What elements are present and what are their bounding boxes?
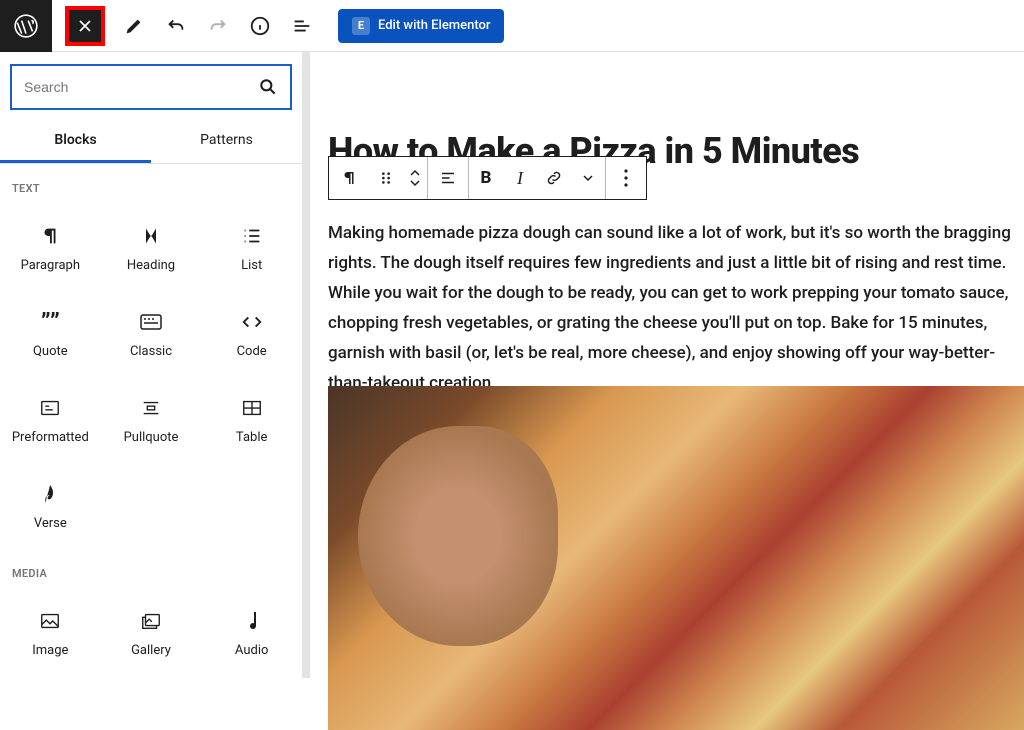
close-inserter-button[interactable] (66, 7, 104, 45)
block-list[interactable]: List (201, 205, 302, 291)
preformatted-icon (38, 396, 62, 420)
elementor-icon: E (352, 17, 370, 35)
elementor-label: Edit with Elementor (378, 18, 490, 33)
search-input[interactable] (24, 79, 258, 95)
block-verse[interactable]: Verse (0, 463, 101, 549)
block-type-button[interactable] (329, 157, 369, 199)
section-title-text: TEXT (0, 164, 302, 205)
link-button[interactable] (537, 157, 571, 199)
verse-icon (38, 482, 62, 506)
italic-button[interactable]: I (503, 157, 537, 199)
move-up-icon[interactable] (409, 168, 421, 178)
featured-image[interactable] (328, 386, 1024, 730)
block-quote[interactable]: ””Quote (0, 291, 101, 377)
block-heading[interactable]: Heading (101, 205, 202, 291)
classic-icon (139, 310, 163, 334)
block-paragraph[interactable]: Paragraph (0, 205, 101, 291)
editor-canvas[interactable]: How to Make a Pizza in 5 Minutes B I (310, 52, 1024, 678)
tab-patterns[interactable]: Patterns (151, 120, 302, 163)
search-icon (258, 77, 278, 97)
block-more-options-icon[interactable] (606, 157, 646, 199)
block-table[interactable]: Table (201, 377, 302, 463)
block-code[interactable]: Code (201, 291, 302, 377)
text-blocks-grid: Paragraph Heading List ””Quote Classic C… (0, 205, 302, 549)
top-toolbar: E Edit with Elementor (0, 0, 1024, 52)
code-icon (240, 310, 264, 334)
pullquote-icon (139, 396, 163, 420)
paragraph-icon (38, 224, 62, 248)
block-audio[interactable]: Audio (201, 590, 302, 676)
quote-icon: ”” (38, 310, 62, 334)
edit-with-elementor-button[interactable]: E Edit with Elementor (338, 9, 504, 43)
image-icon (38, 609, 62, 633)
heading-icon (139, 224, 163, 248)
wordpress-logo[interactable] (0, 0, 52, 52)
block-preformatted[interactable]: Preformatted (0, 377, 101, 463)
section-title-media: MEDIA (0, 549, 302, 590)
outline-icon[interactable] (290, 14, 314, 38)
info-icon[interactable] (248, 14, 272, 38)
search-field-wrapper[interactable] (10, 64, 292, 110)
block-inserter-panel: Blocks Patterns TEXT Paragraph Heading L… (0, 52, 310, 678)
block-pullquote[interactable]: Pullquote (101, 377, 202, 463)
inserter-tabs: Blocks Patterns (0, 120, 302, 164)
paragraph-block[interactable]: Making homemade pizza dough can sound li… (328, 218, 1024, 398)
drag-handle-icon[interactable] (369, 157, 403, 199)
block-gallery[interactable]: Gallery (101, 590, 202, 676)
redo-icon[interactable] (206, 14, 230, 38)
move-down-icon[interactable] (409, 178, 421, 188)
audio-icon (240, 609, 264, 633)
more-rich-text-icon[interactable] (571, 157, 605, 199)
tab-blocks[interactable]: Blocks (0, 120, 151, 163)
list-icon (240, 224, 264, 248)
bold-button[interactable]: B (469, 157, 503, 199)
gallery-icon (139, 609, 163, 633)
align-button[interactable] (428, 157, 468, 199)
editor-tools (122, 14, 314, 38)
undo-icon[interactable] (164, 14, 188, 38)
table-icon (240, 396, 264, 420)
block-image[interactable]: Image (0, 590, 101, 676)
edit-icon[interactable] (122, 14, 146, 38)
block-toolbar: B I (328, 156, 647, 200)
block-classic[interactable]: Classic (101, 291, 202, 377)
media-blocks-grid: Image Gallery Audio (0, 590, 302, 676)
